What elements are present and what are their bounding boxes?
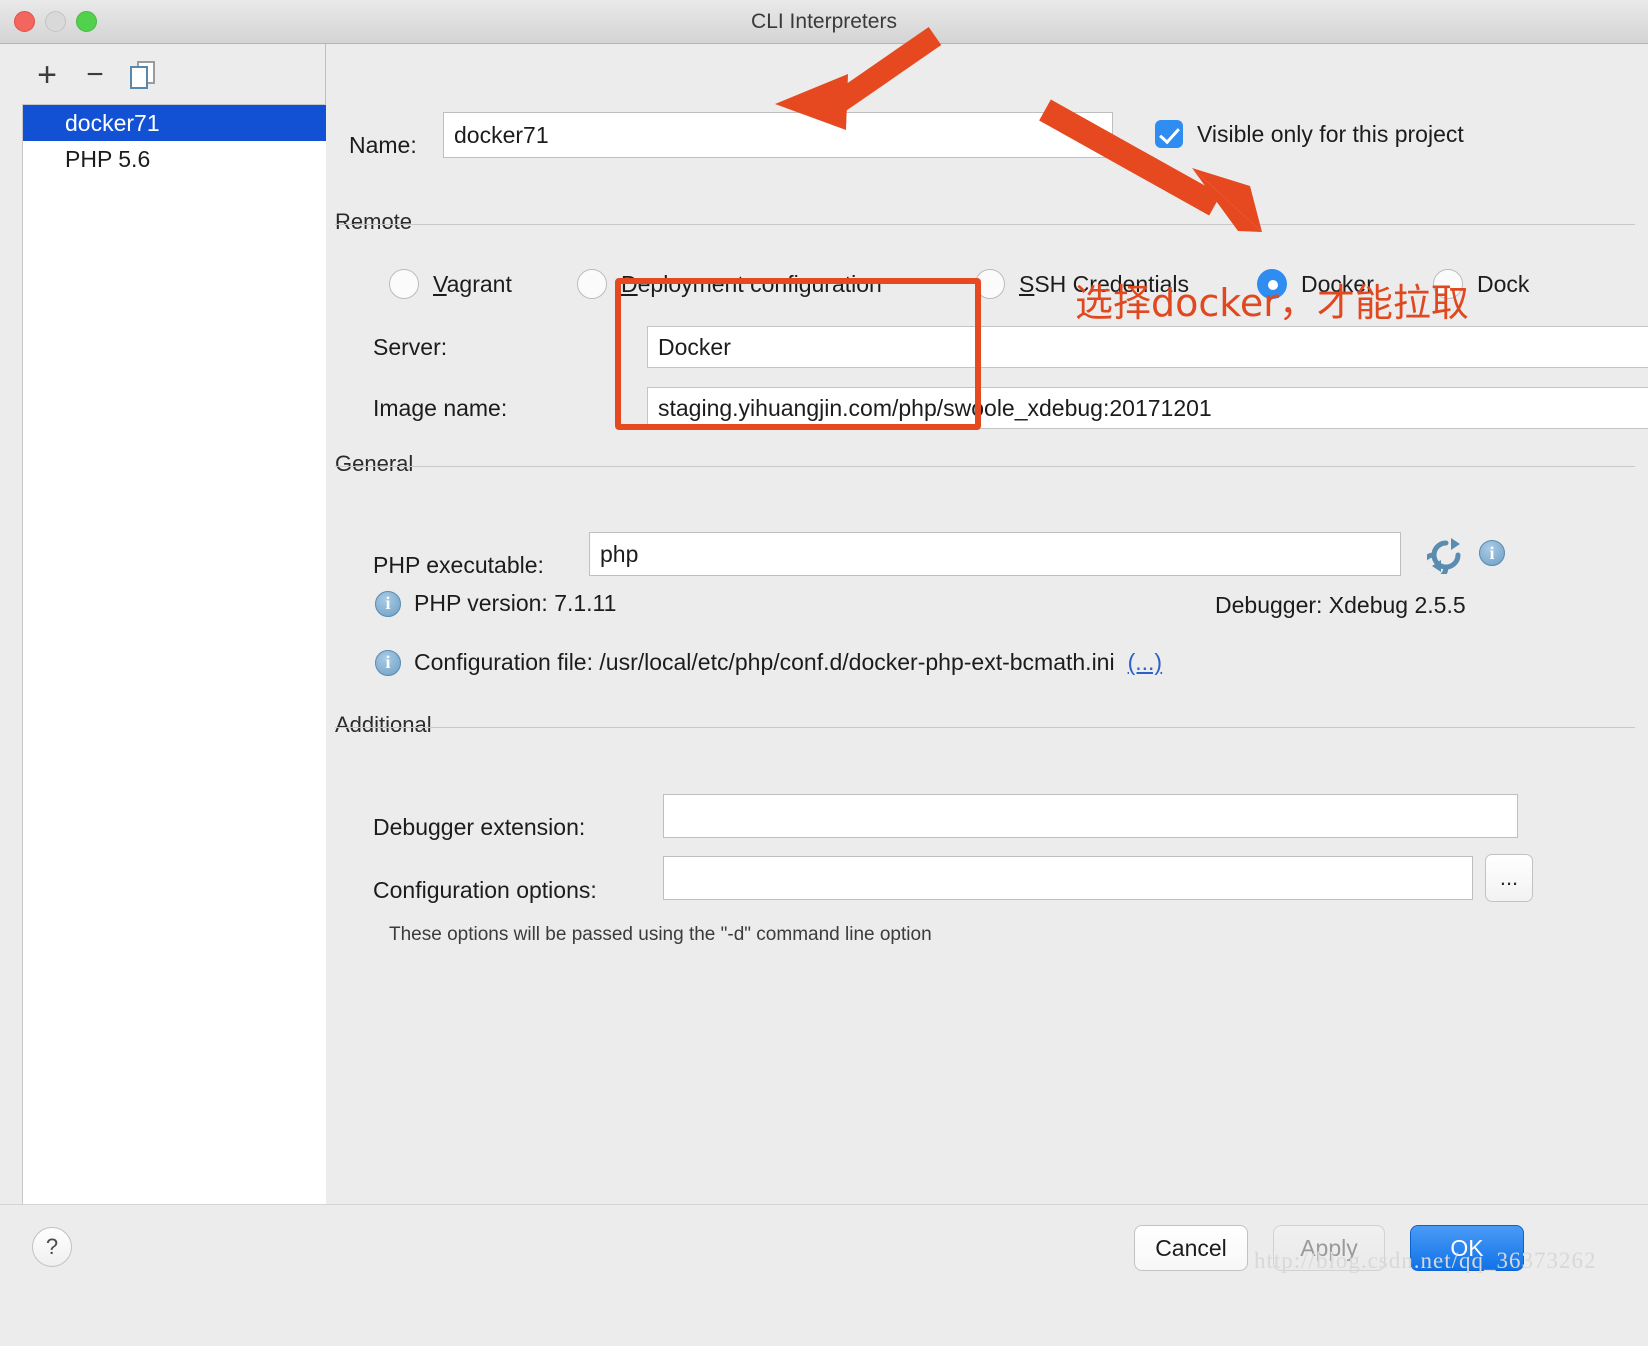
radio-vagrant[interactable]: Vagrant (389, 269, 512, 299)
general-group-divider (335, 466, 1635, 467)
cancel-button[interactable]: Cancel (1134, 1225, 1248, 1271)
radio-vagrant-label: Vagrant (433, 270, 512, 297)
radio-deployment-configuration[interactable]: Deployment configuration (577, 269, 882, 299)
image-name-input[interactable]: staging.yihuangjin.com/php/swoole_xdebug… (647, 387, 1648, 429)
copy-interpreter-button[interactable] (124, 56, 162, 94)
visible-only-checkbox-row[interactable]: Visible only for this project (1155, 120, 1464, 148)
interpreter-list[interactable]: docker71 PHP 5.6 (22, 104, 326, 1244)
radio-deployment-configuration-label: Deployment configuration (621, 270, 882, 297)
refresh-icon[interactable] (1419, 536, 1465, 582)
remove-interpreter-button[interactable]: − (76, 56, 114, 94)
interpreter-list-pane: + − docker71 PHP 5.6 (0, 44, 326, 1244)
radio-docker[interactable]: Docker (1257, 269, 1374, 299)
configuration-options-label: Configuration options: (373, 877, 597, 903)
php-version-info-icon: i (375, 590, 401, 617)
general-group-title: General (335, 451, 426, 477)
configuration-options-browse-button[interactable]: ... (1485, 854, 1533, 902)
configuration-file-row: i Configuration file: /usr/local/etc/php… (375, 649, 1162, 676)
additional-group-title: Additional (335, 712, 444, 738)
dialog-footer: ? Cancel Apply OK (0, 1204, 1648, 1346)
debugger-text: Debugger: Xdebug 2.5.5 (1215, 592, 1466, 618)
configuration-file-info-icon: i (375, 649, 401, 676)
list-item[interactable]: docker71 (23, 105, 326, 141)
window-title: CLI Interpreters (751, 10, 897, 33)
remote-group-header: Remote (335, 209, 1635, 235)
radio-docker-compose-indicator[interactable] (1433, 269, 1463, 299)
window-titlebar: CLI Interpreters (0, 0, 1648, 44)
interpreter-list-toolbar: + − (0, 44, 326, 104)
name-label: Name: (349, 132, 417, 158)
visible-only-checkbox[interactable] (1155, 120, 1183, 148)
help-button[interactable]: ? (32, 1227, 72, 1267)
image-name-label: Image name: (373, 395, 508, 421)
remote-group-divider (335, 224, 1635, 225)
radio-ssh-credentials[interactable]: SSH Credentials (975, 269, 1189, 299)
remote-type-radio-group: Vagrant Deployment configuration SSH Cre… (327, 269, 1648, 313)
radio-deployment-configuration-indicator[interactable] (577, 269, 607, 299)
watermark-text: http://blog.csdn.net/qq_36373262 (1254, 1248, 1597, 1273)
add-interpreter-button[interactable]: + (28, 56, 66, 94)
remote-group-title: Remote (335, 209, 425, 235)
debugger-extension-label: Debugger extension: (373, 814, 586, 840)
php-executable-info-icon[interactable]: i (1479, 540, 1505, 566)
php-version-row: i PHP version: 7.1.11 (375, 590, 616, 617)
radio-docker-compose-label: Dock (1477, 270, 1530, 297)
copy-icon (130, 61, 155, 89)
name-input[interactable]: docker71 (443, 112, 1113, 158)
additional-group-divider (335, 727, 1635, 728)
php-executable-input[interactable]: php (589, 532, 1401, 576)
radio-ssh-credentials-label: SSH Credentials (1019, 270, 1190, 297)
php-executable-label: PHP executable: (373, 552, 544, 578)
radio-vagrant-indicator[interactable] (389, 269, 419, 299)
server-input[interactable]: Docker (647, 326, 1648, 368)
php-version-text: PHP version: 7.1.11 (414, 590, 617, 616)
configuration-options-input[interactable] (663, 856, 1473, 900)
visible-only-label: Visible only for this project (1197, 120, 1464, 147)
configuration-file-link[interactable]: (...) (1128, 649, 1163, 676)
configuration-options-hint: These options will be passed using the "… (389, 924, 932, 945)
radio-ssh-credentials-indicator[interactable] (975, 269, 1005, 299)
general-group-header: General (335, 451, 1635, 477)
configuration-file-text: Configuration file: /usr/local/etc/php/c… (414, 649, 1115, 675)
server-label: Server: (373, 334, 448, 360)
debugger-extension-input[interactable] (663, 794, 1518, 838)
additional-group-header: Additional (335, 712, 1635, 738)
list-item[interactable]: PHP 5.6 (23, 141, 326, 177)
cli-interpreters-dialog: CLI Interpreters + − docker71 PHP 5.6 Na… (0, 0, 1648, 1346)
radio-docker-indicator[interactable] (1257, 269, 1287, 299)
interpreter-detail-pane: Name: docker71 Visible only for this pro… (327, 44, 1648, 1204)
radio-docker-compose[interactable]: Dock (1433, 269, 1529, 299)
radio-docker-label: Docker (1301, 270, 1374, 297)
